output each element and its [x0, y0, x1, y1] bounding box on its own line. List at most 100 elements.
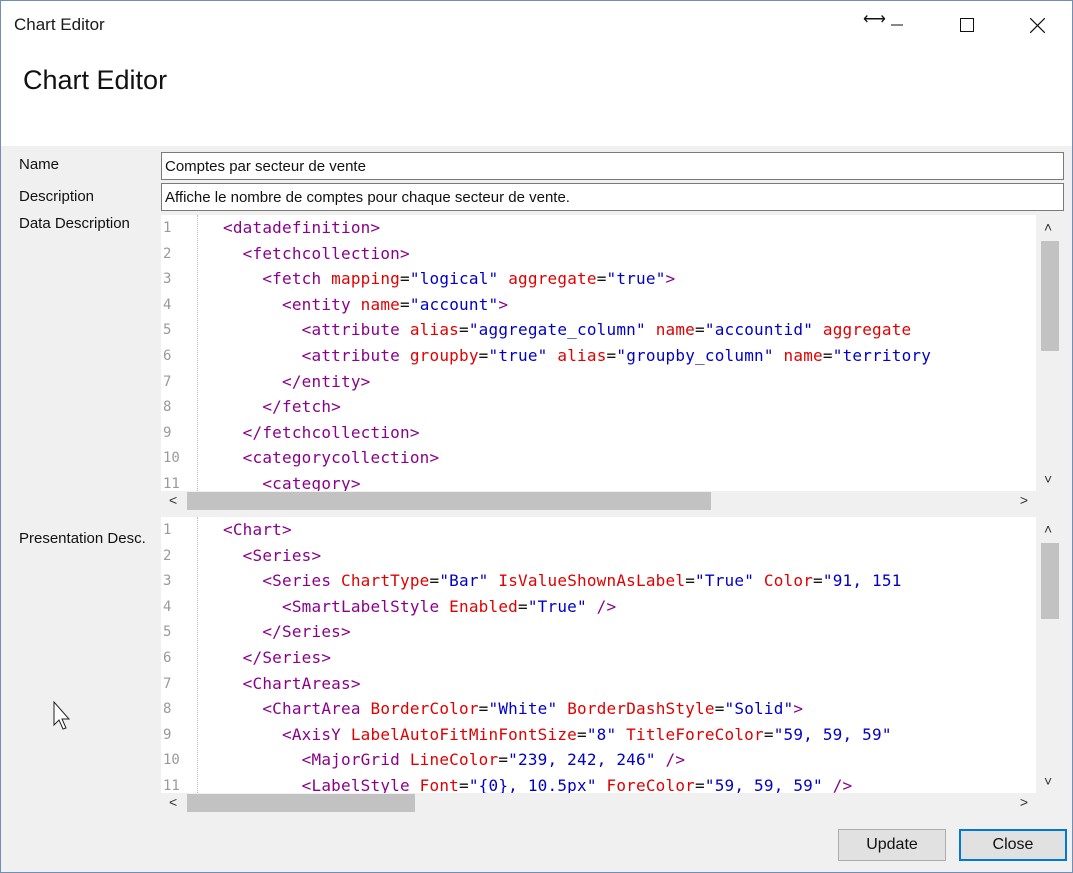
code-token: name: [783, 346, 823, 365]
code-token: aggregate: [508, 269, 597, 289]
code-token: "territory: [832, 346, 932, 365]
vertical-scrollbar[interactable]: ˄ ˅: [1036, 517, 1064, 793]
code-token: =: [685, 571, 696, 591]
code-token: <fetch: [223, 269, 332, 289]
close-window-button[interactable]: [1007, 1, 1067, 49]
horizontal-scrollbar[interactable]: < >: [161, 491, 1064, 511]
code-token: =: [822, 346, 833, 365]
code-area[interactable]: <datadefinition> <fetchcollection> <fetc…: [223, 215, 1036, 491]
scroll-thumb[interactable]: [1041, 241, 1059, 351]
code-token: =: [714, 699, 725, 719]
line-number: 2: [163, 245, 172, 262]
code-token: alias: [409, 320, 459, 340]
scroll-right-icon[interactable]: >: [1020, 794, 1028, 810]
code-token: groupby: [409, 346, 479, 365]
code-token: aggregate: [822, 320, 912, 340]
description-field[interactable]: Affiche le nombre de comptes pour chaque…: [161, 183, 1064, 211]
scroll-up-icon[interactable]: ˄: [1044, 521, 1052, 537]
scroll-left-icon[interactable]: <: [169, 492, 177, 508]
line-number: 10: [163, 752, 180, 769]
line-number: 3: [163, 271, 172, 288]
scroll-down-icon[interactable]: ˅: [1044, 471, 1052, 487]
code-line: <AxisY LabelAutoFitMinFontSize="8" Title…: [223, 725, 892, 744]
code-token: =: [518, 596, 528, 616]
code-token: =: [429, 571, 440, 591]
vertical-scrollbar[interactable]: ˄ ˅: [1036, 215, 1064, 491]
update-button[interactable]: Update: [838, 829, 946, 861]
minimize-button[interactable]: [867, 1, 927, 49]
code-token: "True": [527, 596, 587, 616]
code-line: <LabelStyle Font="{0}, 10.5px" ForeColor…: [223, 776, 853, 793]
code-token: <Chart>: [223, 520, 292, 539]
line-number: 4: [163, 296, 172, 313]
code-line: <fetchcollection>: [223, 244, 410, 263]
scroll-left-icon[interactable]: <: [169, 794, 177, 810]
code-token: <fetchcollection>: [223, 243, 410, 263]
code-token: <ChartAreas>: [223, 673, 361, 693]
code-token: =: [695, 320, 705, 340]
presentation-description-editor[interactable]: 1 2 3 4 5 6 7 8 9 10 11 <Chart> <Series> <Series C…: [161, 517, 1064, 813]
code-token: </entity>: [223, 371, 371, 391]
line-number: 7: [163, 675, 172, 692]
code-line: <MajorGrid LineColor="239, 242, 246" />: [223, 750, 685, 769]
line-number: 1: [163, 220, 172, 236]
code-token: <SmartLabelStyle: [223, 596, 450, 616]
code-token: "59, 59, 59": [704, 776, 823, 793]
scroll-up-icon[interactable]: ˄: [1044, 219, 1052, 235]
code-token: </fetch>: [223, 397, 341, 417]
code-line: </fetchcollection>: [223, 423, 420, 442]
code-token: TitleForeColor: [626, 724, 764, 744]
code-token: <AxisY: [223, 724, 351, 744]
code-token: "239, 242, 246": [508, 750, 656, 770]
close-button[interactable]: Close: [959, 829, 1067, 861]
code-line: <category>: [223, 474, 361, 491]
line-number: 3: [163, 573, 172, 590]
code-line: <ChartAreas>: [223, 674, 361, 693]
code-token: "groupby_column": [616, 346, 774, 365]
code-token: Font: [419, 776, 459, 793]
horizontal-scrollbar[interactable]: < >: [161, 793, 1064, 813]
code-token: <datadefinition>: [223, 218, 381, 237]
code-line: </Series>: [223, 622, 351, 641]
code-line: <Chart>: [223, 520, 292, 539]
line-number: 9: [163, 424, 172, 441]
line-number: 9: [163, 726, 172, 743]
code-token: =: [478, 346, 489, 365]
mouse-pointer-icon: [53, 701, 71, 730]
code-token: />: [655, 750, 686, 770]
name-field[interactable]: Comptes par secteur de vente: [161, 152, 1064, 180]
maximize-button[interactable]: [937, 1, 997, 49]
code-token: "True": [695, 571, 755, 591]
scroll-thumb[interactable]: [1041, 543, 1059, 619]
line-number: 11: [163, 476, 180, 492]
line-number: 10: [163, 450, 180, 467]
scroll-right-icon[interactable]: >: [1020, 492, 1028, 508]
code-area[interactable]: <Chart> <Series> <Series ChartType="Bar"…: [223, 517, 1036, 793]
description-label: Description: [19, 188, 95, 205]
code-token: </Series>: [223, 622, 351, 642]
hscroll-thumb[interactable]: [187, 492, 711, 510]
code-line: <ChartArea BorderColor="White" BorderDas…: [223, 699, 803, 718]
close-icon: [1029, 17, 1045, 33]
line-number: 8: [163, 399, 172, 416]
code-token: <entity: [223, 294, 361, 314]
code-line: <categorycollection>: [223, 448, 439, 467]
data-description-editor[interactable]: 1 2 3 4 5 6 7 8 9 10 11 <datadefinition> <fetchcol…: [161, 215, 1064, 511]
scroll-down-icon[interactable]: ˅: [1044, 773, 1052, 789]
code-token: >: [498, 294, 509, 314]
line-number-gutter: 1 2 3 4 5 6 7 8 9 10 11: [161, 215, 199, 492]
code-line: </fetch>: [223, 397, 341, 416]
page-title: Chart Editor: [23, 65, 168, 95]
gutter-divider: [197, 517, 198, 793]
code-line: <SmartLabelStyle Enabled="True" />: [223, 597, 616, 616]
code-token: <MajorGrid: [223, 750, 410, 770]
hscroll-thumb[interactable]: [187, 794, 415, 812]
code-token: =: [576, 724, 587, 744]
code-line: <Series>: [223, 546, 321, 565]
